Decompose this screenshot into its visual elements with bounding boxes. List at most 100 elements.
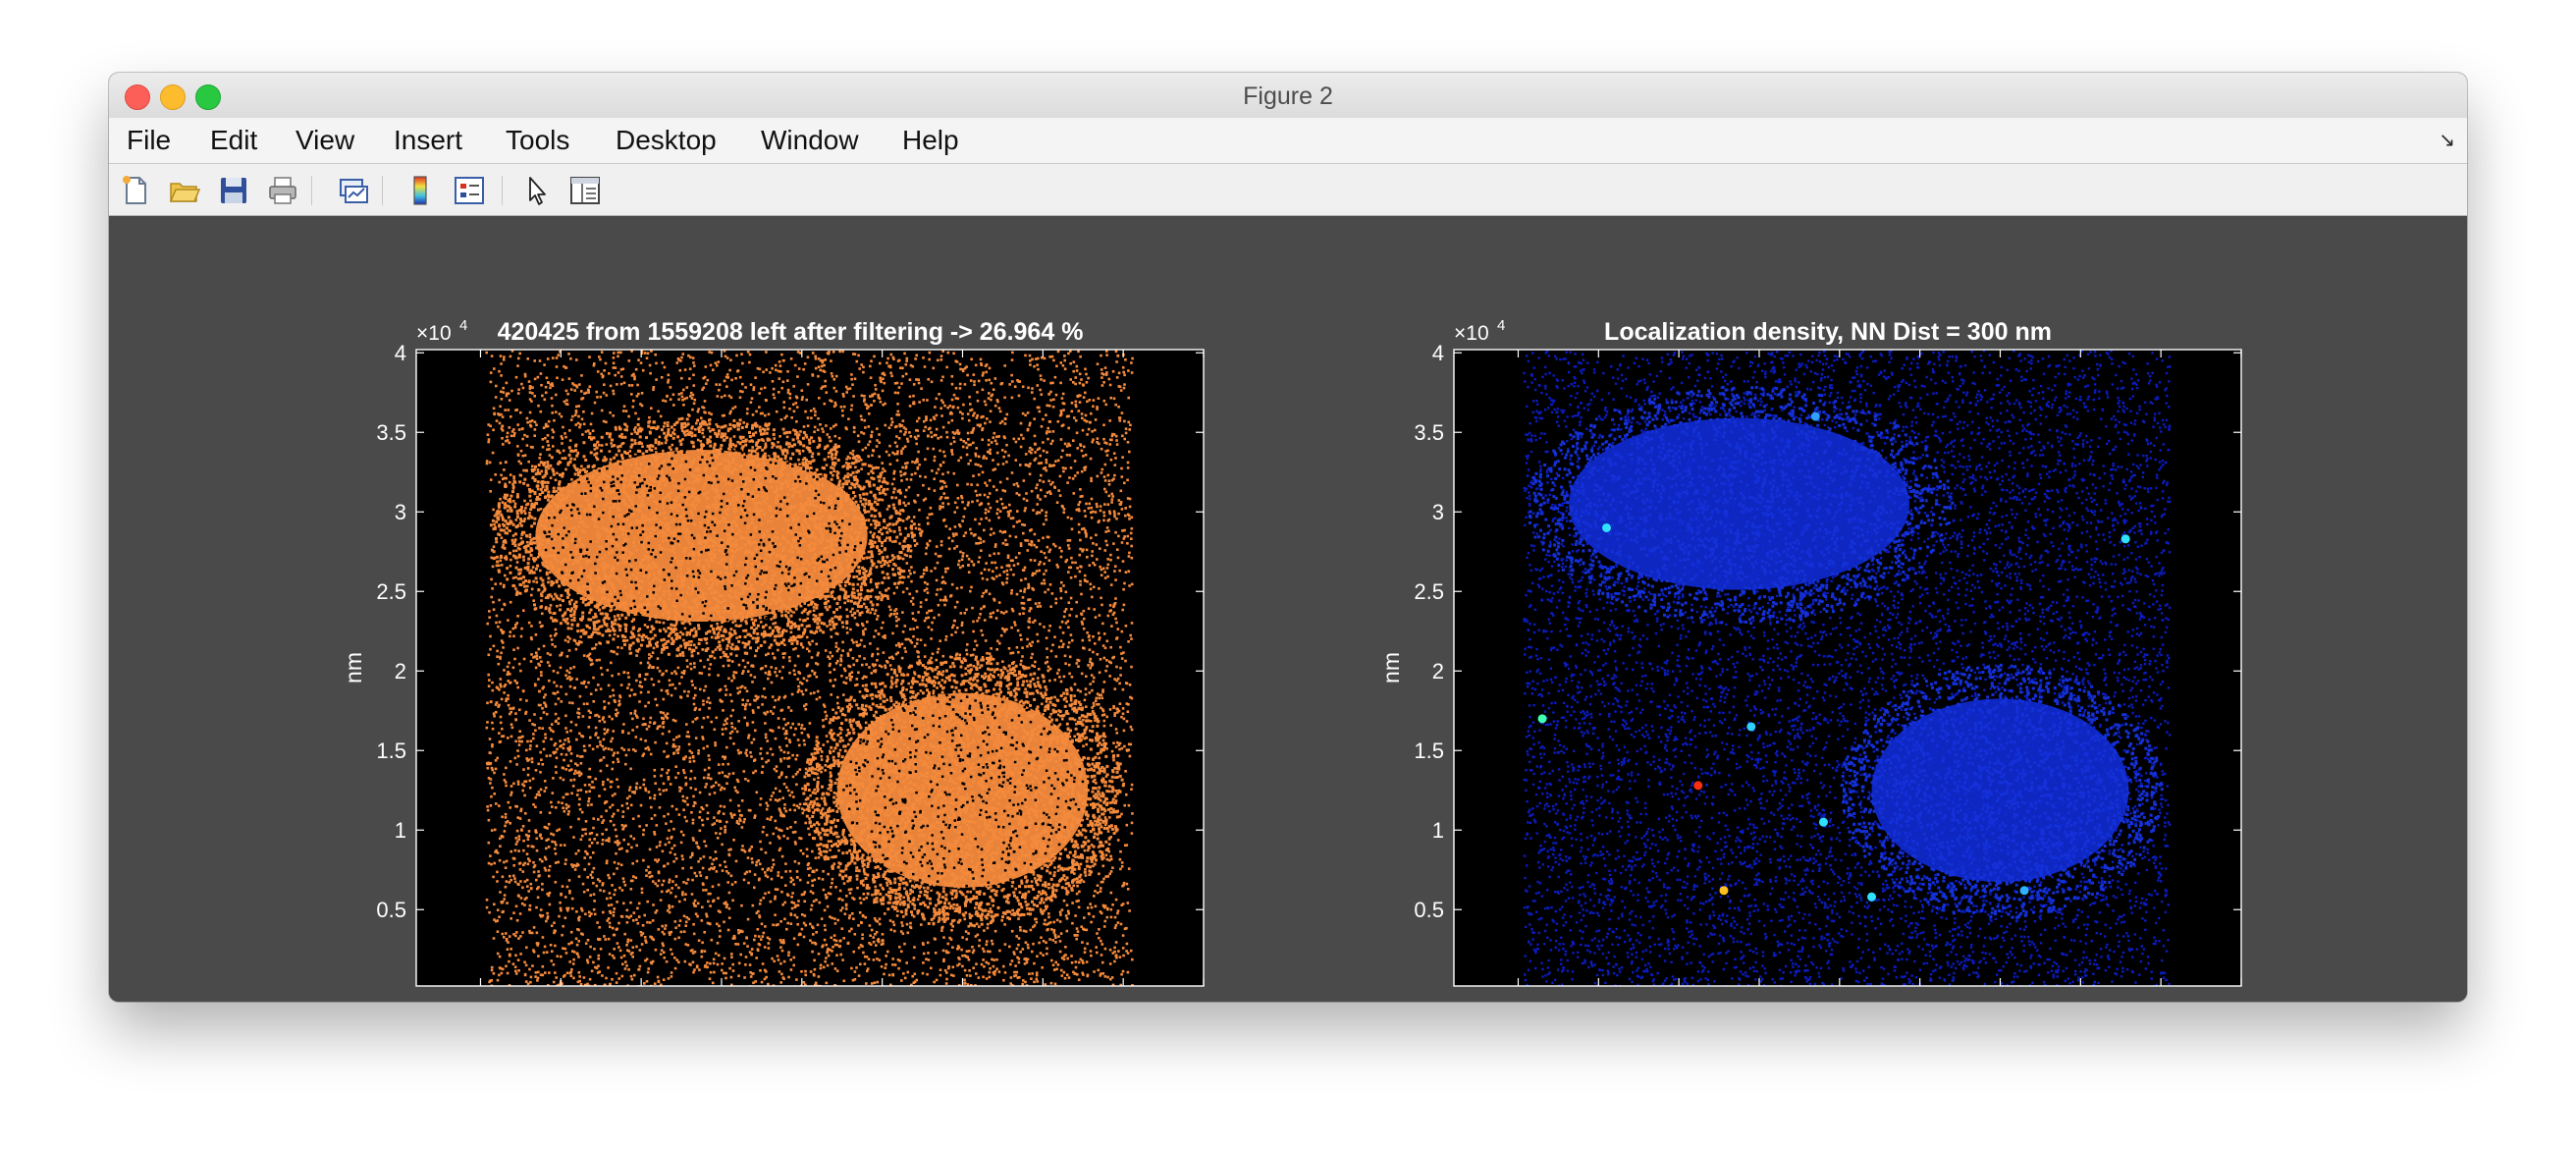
data-point	[701, 648, 704, 651]
data-point	[827, 872, 830, 876]
print-icon[interactable]	[266, 174, 299, 207]
data-point	[935, 578, 939, 582]
data-point	[516, 364, 519, 367]
property-inspector-icon[interactable]	[568, 174, 602, 207]
data-point	[731, 674, 735, 678]
data-point	[613, 751, 617, 755]
data-point	[791, 753, 794, 757]
data-point	[1010, 912, 1013, 916]
menu-help[interactable]: Help	[902, 125, 959, 156]
data-point	[792, 385, 795, 388]
menu-insert[interactable]: Insert	[394, 125, 462, 156]
save-icon[interactable]	[217, 174, 250, 207]
data-point	[1127, 640, 1130, 643]
data-point	[510, 389, 513, 393]
data-point	[912, 957, 916, 959]
data-point	[582, 410, 585, 413]
data-point	[497, 662, 501, 666]
data-point	[792, 803, 796, 807]
data-point	[539, 750, 542, 754]
data-point	[976, 399, 980, 403]
data-point	[1028, 472, 1032, 476]
data-point	[761, 694, 764, 698]
data-point	[671, 835, 673, 839]
data-point	[1025, 960, 1029, 964]
data-point	[1071, 902, 1074, 904]
data-point	[991, 958, 993, 961]
data-point	[514, 549, 518, 553]
data-point	[613, 352, 616, 355]
data-point	[887, 454, 891, 457]
data-point	[846, 729, 849, 732]
data-point	[532, 656, 535, 659]
data-point	[1001, 582, 1005, 586]
data-point	[892, 591, 896, 595]
data-point	[800, 970, 803, 973]
data-point	[1116, 548, 1119, 551]
data-point	[891, 958, 894, 960]
link-plot-icon[interactable]	[337, 174, 370, 207]
data-point	[537, 647, 541, 651]
data-point	[844, 479, 847, 483]
data-point	[678, 682, 681, 685]
menu-desktop[interactable]: Desktop	[616, 125, 717, 156]
data-point	[721, 962, 724, 965]
data-point	[812, 933, 815, 936]
data-point	[845, 895, 848, 898]
data-point	[772, 792, 776, 794]
data-point	[694, 646, 698, 649]
insert-colorbar-icon[interactable]	[403, 174, 437, 207]
data-point	[1066, 957, 1069, 960]
data-point	[1108, 962, 1112, 965]
menu-window[interactable]: Window	[761, 125, 859, 156]
edit-plot-icon[interactable]	[519, 174, 553, 207]
data-point	[1048, 938, 1051, 941]
data-point	[1063, 358, 1066, 362]
data-point	[586, 958, 589, 961]
data-point	[516, 646, 519, 650]
data-point	[724, 727, 727, 731]
data-point	[565, 403, 569, 406]
data-point	[1113, 959, 1116, 963]
data-point	[1126, 461, 1130, 465]
data-point	[802, 981, 806, 984]
data-point	[542, 951, 546, 955]
data-point	[1042, 940, 1046, 943]
data-point	[1067, 352, 1070, 356]
data-point	[632, 399, 635, 403]
open-file-icon[interactable]	[168, 174, 201, 207]
data-point	[509, 565, 512, 568]
data-point	[824, 358, 827, 361]
data-point	[536, 487, 540, 491]
data-point	[626, 686, 629, 689]
data-point	[829, 623, 832, 627]
menu-view[interactable]: View	[295, 125, 354, 156]
localization-scatter-plot[interactable]: 00.511.522.533.544.50.511.522.533.54nmnm…	[109, 216, 1287, 1002]
insert-legend-icon[interactable]	[453, 174, 486, 207]
data-point	[581, 882, 585, 886]
data-point	[1086, 556, 1089, 559]
menu-file[interactable]: File	[127, 125, 171, 156]
data-point	[1068, 655, 1072, 659]
data-point	[866, 589, 870, 592]
menu-edit[interactable]: Edit	[210, 125, 257, 156]
data-point	[926, 517, 930, 520]
data-point	[814, 355, 817, 358]
data-point	[585, 791, 588, 793]
data-point	[852, 395, 855, 398]
data-point	[962, 403, 965, 407]
data-point	[764, 733, 768, 737]
data-point	[544, 971, 547, 974]
new-figure-icon[interactable]	[119, 174, 152, 207]
dock-arrow-icon[interactable]: ↘	[2439, 128, 2455, 152]
data-point	[755, 791, 759, 794]
menu-tools[interactable]: Tools	[506, 125, 569, 156]
data-point	[1035, 977, 1039, 981]
data-point	[616, 867, 618, 870]
data-point	[711, 862, 714, 866]
data-point	[1106, 473, 1110, 477]
data-point	[789, 826, 792, 829]
data-point	[972, 949, 976, 952]
data-point	[966, 504, 970, 507]
data-point	[1019, 589, 1022, 592]
